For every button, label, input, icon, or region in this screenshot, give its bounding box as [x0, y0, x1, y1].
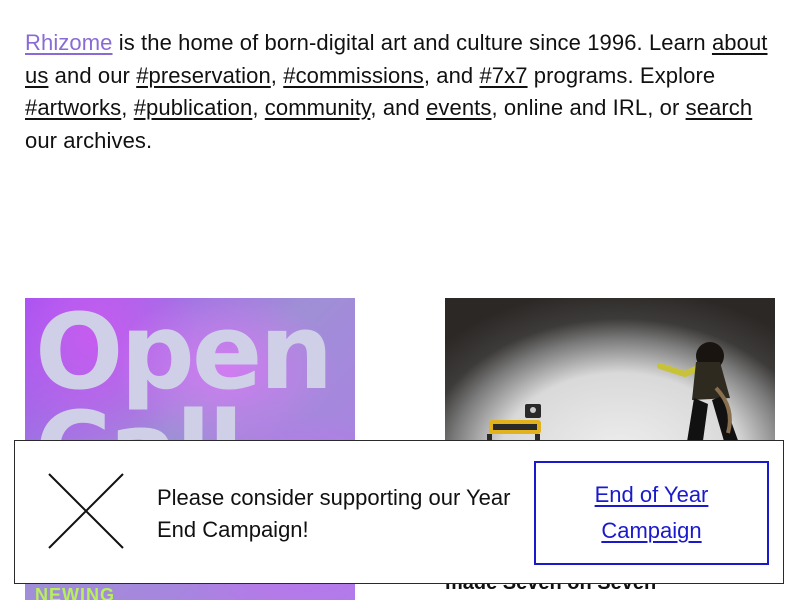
preservation-link[interactable]: #preservation [136, 63, 271, 88]
publication-link[interactable]: #publication [134, 95, 253, 120]
seven-on-seven-image[interactable] [445, 298, 775, 443]
intro-text: , and [423, 62, 480, 88]
intro-text: programs. Explore [527, 62, 716, 88]
intro-text: , [121, 95, 134, 120]
intro-text: , online and IRL, or [491, 95, 686, 120]
intro-text: , [252, 95, 265, 120]
search-link[interactable]: search [686, 95, 753, 120]
open-call-subtitle: NEWING [35, 585, 115, 600]
events-link[interactable]: events [426, 95, 491, 120]
robot-dog-figure [487, 404, 541, 443]
intro-paragraph: Rhizome is the home of born-digital art … [25, 27, 775, 157]
end-of-year-campaign-link[interactable]: End of Year Campaign [577, 477, 727, 549]
intro-text: , and [370, 95, 427, 120]
commissions-link[interactable]: #commissions [283, 63, 424, 88]
dancer-figure [657, 342, 739, 443]
intro-text: is the home of born-digital art and cult… [112, 30, 712, 55]
campaign-message: Please consider supporting our Year End … [157, 485, 511, 542]
campaign-banner: Please consider supporting our Year End … [14, 440, 784, 584]
close-x-icon[interactable] [45, 470, 127, 552]
seven-by-seven-link[interactable]: #7x7 [479, 63, 527, 88]
artworks-link[interactable]: #artworks [25, 95, 121, 120]
rhizome-link[interactable]: Rhizome [25, 30, 113, 55]
intro-text: and our [48, 62, 137, 88]
intro-text: our archives. [25, 127, 153, 153]
campaign-cta-box[interactable]: End of Year Campaign [534, 461, 769, 565]
intro-text: , [270, 62, 284, 88]
community-link[interactable]: community [265, 95, 371, 120]
